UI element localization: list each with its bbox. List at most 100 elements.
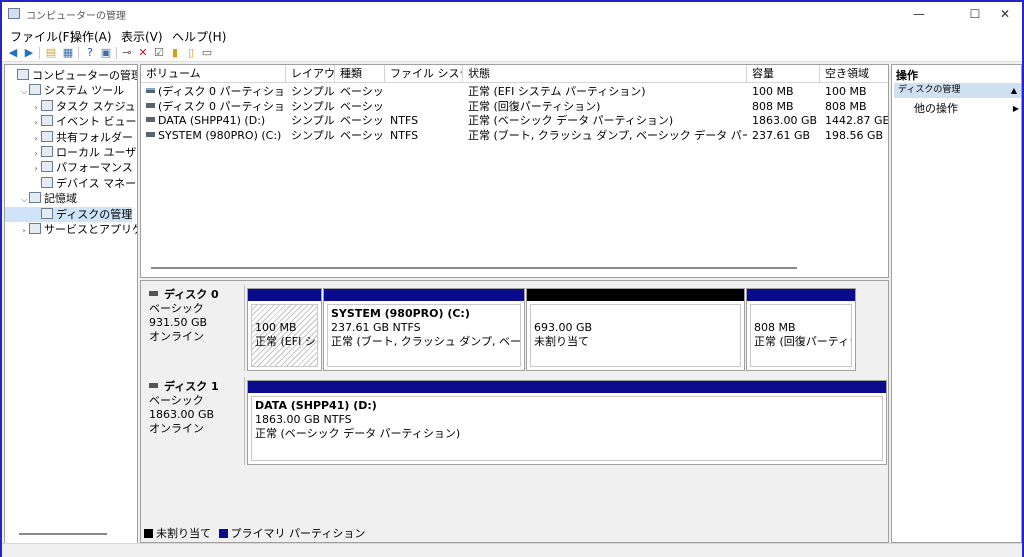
volume-row[interactable]: (ディスク 0 パーティション 1) シンプルベーシック 正常 (EFI システム … <box>141 84 888 99</box>
volume-row[interactable]: (ディスク 0 パーティション 4) シンプルベーシック 正常 (回復パーティション… <box>141 99 888 114</box>
tree-item-label: サービスとアプリケーショ <box>44 223 137 236</box>
tree-item[interactable]: デバイス マネージャー <box>5 176 137 191</box>
disk-state: オンライン <box>149 422 204 435</box>
search-folder-icon[interactable]: ▯ <box>184 46 198 60</box>
cell-text: 正常 (ブート, クラッシュ ダンプ, ベーシック データ パーティション) <box>468 128 747 142</box>
tree-item[interactable]: › サービスとアプリケーショ <box>5 222 137 238</box>
volume-icon <box>146 131 155 137</box>
partition-size: 693.00 GB <box>534 321 593 334</box>
up-folder-icon[interactable]: ▤ <box>44 46 58 60</box>
collapse-up-icon[interactable]: ▲ <box>1011 83 1017 98</box>
cell-text: 100 MB <box>825 85 867 98</box>
volume-row[interactable]: SYSTEM (980PRO) (C:) シンプルベーシック NTFS 正常 (ブート… <box>141 128 888 143</box>
cell-text: 正常 (ベーシック データ パーティション) <box>468 114 674 127</box>
expand-right-icon[interactable]: › <box>31 115 41 130</box>
list-horizontal-scrollbar[interactable] <box>151 267 797 269</box>
back-arrow-icon[interactable]: ◀ <box>6 46 20 60</box>
cell-text: 1863.00 GB <box>752 114 818 127</box>
partition-block[interactable]: 693.00 GB 未割り当て <box>526 288 745 371</box>
cell-type: ベーシック <box>335 99 385 114</box>
cell-free: 198.56 GB <box>820 128 888 143</box>
cell-volume: SYSTEM (980PRO) (C:) <box>141 128 286 143</box>
disk-0-label[interactable]: ディスク 0 ベーシック 931.50 GB オンライン <box>143 285 245 371</box>
cell-capacity: 237.61 GB <box>747 128 820 143</box>
column-header-filesystem[interactable]: ファイル システム <box>385 65 463 83</box>
delete-icon[interactable]: ✕ <box>136 46 150 60</box>
cell-text: 237.61 GB <box>752 128 811 142</box>
tree-item[interactable]: › イベント ビューアー <box>5 114 137 130</box>
device-manager-icon <box>41 176 53 188</box>
properties-icon[interactable]: ▣ <box>99 46 113 60</box>
menu-file[interactable]: ファイル(F) <box>10 28 74 45</box>
tree-horizontal-scrollbar[interactable] <box>19 533 107 535</box>
partition-block[interactable]: 100 MB 正常 (EFI シ <box>247 288 322 371</box>
help-icon[interactable]: ? <box>83 46 97 60</box>
tree-item[interactable]: ⌵ システム ツール <box>5 83 124 98</box>
cell-text: DATA (SHPP41) (D:) <box>158 114 266 127</box>
disk-1-label[interactable]: ディスク 1 ベーシック 1863.00 GB オンライン <box>143 377 245 465</box>
partition-block[interactable]: SYSTEM (980PRO) (C:) 237.61 GB NTFS 正常 (ブー… <box>323 288 525 371</box>
connect-drive-icon[interactable]: ⊸ <box>120 46 134 60</box>
expand-right-icon[interactable]: › <box>31 131 41 146</box>
actions-more-operations[interactable]: 他の操作 ▶ <box>914 101 1019 116</box>
performance-icon <box>41 161 53 173</box>
volume-list: ボリューム レイアウト 種類 ファイル システム 状態 容量 空き領域 (ディス… <box>140 64 889 278</box>
checklist-icon[interactable]: ☑ <box>152 46 166 60</box>
cell-type: ベーシック <box>335 84 385 99</box>
expand-right-icon[interactable]: › <box>19 223 29 238</box>
task-scheduler-icon <box>41 99 53 111</box>
column-header-layout[interactable]: レイアウト <box>286 65 335 83</box>
actions-section-disk-management[interactable]: ディスクの管理 ▲ <box>894 83 1021 98</box>
column-header-free-space[interactable]: 空き領域 <box>820 65 888 83</box>
expand-down-icon[interactable]: ⌵ <box>19 84 29 99</box>
close-button[interactable]: ✕ <box>990 2 1020 26</box>
cell-layout: シンプル <box>286 128 335 143</box>
cell-text: 198.56 GB <box>825 128 884 142</box>
cell-capacity: 808 MB <box>747 99 820 114</box>
volume-row[interactable]: DATA (SHPP41) (D:) シンプルベーシック NTFS 正常 (ベーシック… <box>141 113 888 128</box>
cell-free: 100 MB <box>820 84 888 99</box>
expand-right-icon[interactable]: › <box>31 146 41 161</box>
open-folder-icon[interactable]: ▮ <box>168 46 182 60</box>
forward-arrow-icon[interactable]: ▶ <box>22 46 36 60</box>
cell-free: 808 MB <box>820 99 888 114</box>
tree-item[interactable]: コンピューターの管理 (ロー <box>5 68 137 83</box>
partition-size: 1863.00 GB NTFS <box>255 413 352 426</box>
volume-icon <box>146 117 155 122</box>
tree-item-label: タスク スケジューラ <box>56 99 137 113</box>
column-header-status[interactable]: 状態 <box>463 65 747 83</box>
disk-management-icon <box>41 207 53 219</box>
column-header-type[interactable]: 種類 <box>335 65 385 83</box>
cell-volume: DATA (SHPP41) (D:) <box>141 113 286 128</box>
partition-status: 正常 (ベーシック データ パーティション) <box>255 427 461 440</box>
expand-down-icon[interactable]: ⌵ <box>19 192 29 207</box>
show-hide-tree-icon[interactable]: ▦ <box>61 46 75 60</box>
tree-item[interactable]: ⌵ 記憶域 <box>5 191 77 206</box>
computer-management-icon <box>17 69 29 80</box>
menu-help[interactable]: ヘルプ(H) <box>172 28 226 45</box>
partition-size: 237.61 GB NTFS <box>331 321 421 334</box>
tree-item[interactable]: ディスクの管理 <box>5 206 133 222</box>
tree-item[interactable]: › タスク スケジューラ <box>5 99 137 115</box>
tree-item-label: ディスクの管理 <box>56 207 133 221</box>
cell-fs: NTFS <box>385 113 463 128</box>
partition-block[interactable]: DATA (SHPP41) (D:) 1863.00 GB NTFS 正常 (ベーシ… <box>247 380 887 465</box>
column-header-capacity[interactable]: 容量 <box>747 65 820 83</box>
menu-view[interactable]: 表示(V) <box>121 28 163 45</box>
partition-block[interactable]: 808 MB 正常 (回復パーティシ <box>746 288 856 371</box>
menu-action[interactable]: 操作(A) <box>70 28 112 45</box>
volume-icon <box>146 88 155 93</box>
tree-item[interactable]: › パフォーマンス <box>5 160 133 175</box>
disk-type: ベーシック <box>149 302 204 315</box>
volume-list-header: ボリューム レイアウト 種類 ファイル システム 状態 容量 空き領域 <box>141 65 888 83</box>
maximize-button[interactable]: ☐ <box>960 2 990 26</box>
column-header-volume[interactable]: ボリューム <box>141 65 286 83</box>
legend-label-unallocated: 未割り当て <box>156 527 211 540</box>
view-list-icon[interactable]: ▭ <box>200 46 214 60</box>
expand-right-icon[interactable]: › <box>31 161 41 176</box>
disk-icon <box>149 291 158 296</box>
tree-item[interactable]: › ローカル ユーザーとグ <box>5 145 137 161</box>
minimize-button[interactable]: — <box>904 2 934 26</box>
expand-right-icon[interactable]: › <box>31 100 41 115</box>
tree-item[interactable]: › 共有フォルダー <box>5 130 133 145</box>
